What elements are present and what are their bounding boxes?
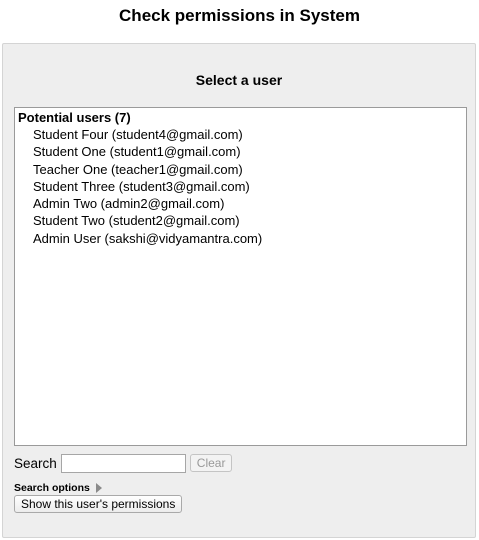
user-option[interactable]: Teacher One (teacher1@gmail.com) [15, 161, 466, 178]
show-permissions-button[interactable]: Show this user's permissions [14, 495, 183, 513]
user-option[interactable]: Student One (student1@gmail.com) [15, 143, 466, 160]
search-options-label: Search options [14, 482, 90, 494]
clear-button[interactable]: Clear [189, 454, 233, 472]
triangle-right-icon [95, 483, 102, 493]
select-user-panel: Select a user Potential users (7) Studen… [2, 43, 476, 538]
search-input[interactable] [60, 453, 186, 473]
user-option[interactable]: Admin User (sakshi@vidyamantra.com) [15, 230, 466, 247]
search-row: Search Clear [14, 453, 233, 473]
potential-users-listbox[interactable]: Potential users (7) Student Four (studen… [14, 107, 467, 446]
user-option[interactable]: Admin Two (admin2@gmail.com) [15, 195, 466, 212]
search-options-toggle[interactable]: Search options [14, 481, 102, 495]
user-option[interactable]: Student Four (student4@gmail.com) [15, 126, 466, 143]
search-label: Search [14, 455, 57, 471]
user-option[interactable]: Student Two (student2@gmail.com) [15, 212, 466, 229]
page-title: Check permissions in System [119, 6, 360, 25]
potential-users-group-label: Potential users (7) [18, 110, 131, 125]
section-heading: Select a user [195, 72, 283, 88]
user-option[interactable]: Student Three (student3@gmail.com) [15, 178, 466, 195]
